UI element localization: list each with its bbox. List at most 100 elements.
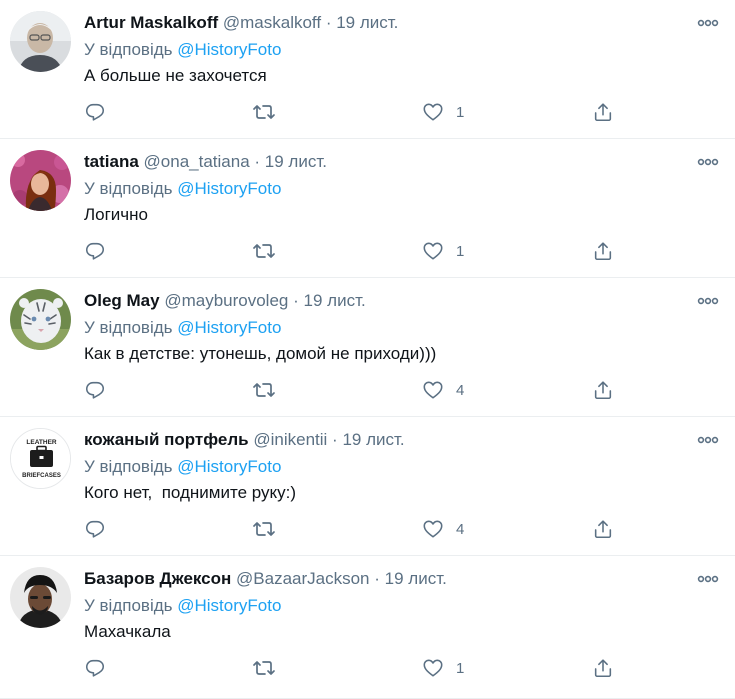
author-name[interactable]: кожаный портфель — [84, 430, 249, 449]
author-handle[interactable]: @ona_tatiana — [144, 152, 250, 171]
author-name[interactable]: Oleg May — [84, 291, 160, 310]
mention-link[interactable]: @HistoryFoto — [177, 318, 281, 337]
reply-prefix: У відповідь — [84, 318, 173, 337]
retweet-icon — [253, 661, 275, 675]
retweet-icon — [253, 105, 275, 119]
tweet-reply[interactable]: Базаров Джексон @BazaarJackson · 19 лист… — [0, 556, 735, 699]
share-button[interactable] — [592, 656, 614, 680]
logo-text-bottom: BRIEFCASES — [22, 473, 61, 479]
mention-link[interactable]: @HistoryFoto — [177, 40, 281, 59]
more-options-icon[interactable] — [697, 294, 719, 306]
author-handle[interactable]: @BazaarJackson — [236, 569, 370, 588]
share-button[interactable] — [592, 378, 614, 402]
retweet-button[interactable] — [252, 517, 276, 541]
tweet-date[interactable]: 19 лист. — [342, 430, 404, 449]
more-options-icon[interactable] — [697, 572, 719, 584]
retweet-icon — [253, 383, 275, 397]
like-button[interactable]: 4 — [422, 378, 464, 402]
avatar[interactable] — [10, 289, 71, 350]
tweet-actions: 4 — [84, 517, 624, 541]
user-photo-icon — [10, 150, 71, 211]
share-button[interactable] — [592, 517, 614, 541]
briefcase-logo-icon: LEATHER BRIEFCASES — [11, 429, 70, 488]
retweet-button[interactable] — [252, 239, 276, 263]
reply-prefix: У відповідь — [84, 596, 173, 615]
retweet-button[interactable] — [252, 378, 276, 402]
tweet-header: tatiana @ona_tatiana · 19 лист. — [84, 150, 675, 174]
mention-link[interactable]: @HistoryFoto — [177, 179, 281, 198]
reply-prefix: У відповідь — [84, 179, 173, 198]
mention-link[interactable]: @HistoryFoto — [177, 596, 281, 615]
tweet-actions: 4 — [84, 378, 624, 402]
more-options-icon[interactable] — [697, 155, 719, 167]
tweet-reply[interactable]: Artur Maskalkoff @maskalkoff · 19 лист. … — [0, 0, 735, 139]
tweet-date[interactable]: 19 лист. — [304, 291, 366, 310]
avatar[interactable]: LEATHER BRIEFCASES — [10, 428, 71, 489]
heart-icon — [423, 242, 443, 260]
heart-icon — [423, 103, 443, 121]
separator-dot: · — [293, 291, 299, 310]
reply-icon — [85, 520, 105, 538]
separator-dot: · — [325, 13, 332, 32]
retweet-button[interactable] — [252, 100, 276, 124]
share-icon — [594, 520, 612, 539]
share-icon — [594, 103, 612, 122]
avatar[interactable] — [10, 567, 71, 628]
share-button[interactable] — [592, 239, 614, 263]
reply-button[interactable] — [84, 100, 106, 124]
tweet-date[interactable]: 19 лист. — [385, 569, 447, 588]
tweet-date[interactable]: 19 лист. — [336, 13, 398, 32]
like-count: 1 — [456, 659, 465, 677]
share-icon — [594, 381, 612, 400]
reply-button[interactable] — [84, 239, 106, 263]
reply-button[interactable] — [84, 656, 106, 680]
tweet-actions: 1 — [84, 100, 624, 124]
share-button[interactable] — [592, 100, 614, 124]
reply-button[interactable] — [84, 517, 106, 541]
tweet-date[interactable]: 19 лист. — [265, 152, 327, 171]
retweet-button[interactable] — [252, 656, 276, 680]
like-button[interactable]: 1 — [422, 239, 464, 263]
reply-icon — [85, 242, 105, 260]
share-icon — [594, 242, 612, 261]
reply-icon — [85, 103, 105, 121]
tweet-reply[interactable]: LEATHER BRIEFCASES кожаный портфель @ini… — [0, 417, 735, 556]
reply-context: У відповідь @HistoryFoto — [84, 594, 281, 618]
reply-prefix: У відповідь — [84, 457, 173, 476]
author-name[interactable]: tatiana — [84, 152, 139, 171]
tweet-text: Кого нет, поднимите руку:) — [84, 483, 297, 502]
like-count: 1 — [456, 103, 465, 121]
tweet-text: Логично — [84, 205, 149, 224]
separator-dot: · — [254, 152, 261, 171]
tweet-reply[interactable]: Oleg May @mayburovoleg · 19 лист. У відп… — [0, 278, 735, 417]
separator-dot: · — [374, 569, 380, 588]
like-button[interactable]: 1 — [422, 100, 464, 124]
author-handle[interactable]: @mayburovoleg — [164, 291, 288, 310]
avatar[interactable] — [10, 11, 71, 72]
author-handle[interactable]: @maskalkoff — [223, 13, 321, 32]
reply-context: У відповідь @HistoryFoto — [84, 316, 281, 340]
tweet-header: Базаров Джексон @BazaarJackson · 19 лист… — [84, 567, 675, 591]
author-handle[interactable]: @inikentii — [253, 430, 327, 449]
logo-text-top: LEATHER — [26, 439, 57, 446]
author-name[interactable]: Базаров Джексон — [84, 569, 231, 588]
author-name[interactable]: Artur Maskalkoff — [84, 13, 218, 32]
reply-icon — [85, 381, 105, 399]
like-count: 1 — [456, 242, 465, 260]
tweet-header: Oleg May @mayburovoleg · 19 лист. — [84, 289, 675, 313]
like-button[interactable]: 4 — [422, 517, 464, 541]
reply-icon — [85, 659, 105, 677]
reply-button[interactable] — [84, 378, 106, 402]
more-options-icon[interactable] — [697, 433, 719, 445]
replies-feed: Artur Maskalkoff @maskalkoff · 19 лист. … — [0, 0, 735, 699]
like-count: 4 — [456, 381, 465, 399]
retweet-icon — [253, 522, 275, 536]
share-icon — [594, 659, 612, 678]
tweet-reply[interactable]: tatiana @ona_tatiana · 19 лист. У відпов… — [0, 139, 735, 278]
like-button[interactable]: 1 — [422, 656, 464, 680]
mention-link[interactable]: @HistoryFoto — [177, 457, 281, 476]
heart-icon — [423, 520, 443, 538]
avatar[interactable] — [10, 150, 71, 211]
tweet-actions: 1 — [84, 239, 624, 263]
more-options-icon[interactable] — [697, 16, 719, 28]
